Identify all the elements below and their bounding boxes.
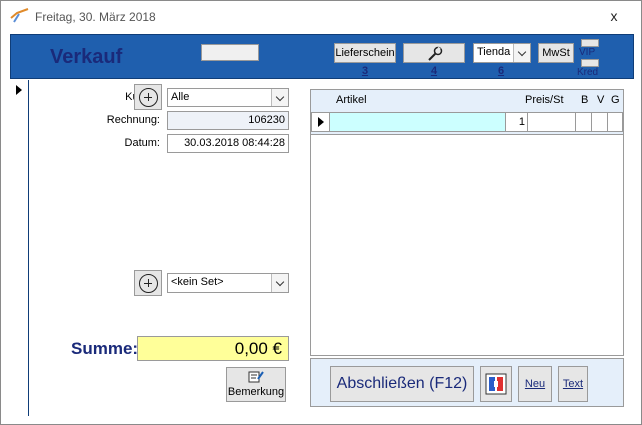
- summe-label: Summe:: [71, 339, 139, 358]
- wrench-icon: [428, 46, 443, 61]
- customer-select[interactable]: Alle: [167, 88, 289, 107]
- sale-form: Kunde: Alle Rechnung: 106230 Datum: 30.0…: [30, 80, 300, 416]
- record-arrow-icon: [16, 85, 22, 95]
- artikel-cell[interactable]: [329, 112, 506, 132]
- grid-header: Artikel Preis/St B V G: [311, 90, 623, 110]
- store-select[interactable]: Tienda: [473, 43, 531, 63]
- set-select[interactable]: <kein Set>: [167, 273, 289, 293]
- qty-cell[interactable]: 1: [505, 112, 528, 132]
- preis-cell[interactable]: [527, 112, 576, 132]
- lieferschein-button[interactable]: Lieferschein: [334, 43, 396, 63]
- g-cell[interactable]: [607, 112, 623, 132]
- row-selector-icon[interactable]: [311, 112, 330, 132]
- b-cell[interactable]: [575, 112, 592, 132]
- tools-button[interactable]: [403, 43, 465, 63]
- customer-select-value: Alle: [171, 91, 190, 103]
- window-title: Freitag, 30. März 2018: [35, 10, 156, 24]
- grid-empty-area: [311, 134, 623, 355]
- mwst-label: MwSt: [542, 47, 570, 59]
- record-selector[interactable]: [10, 80, 29, 416]
- title-bar: Freitag, 30. März 2018 x: [1, 1, 641, 31]
- app-logo-icon: [10, 8, 29, 23]
- lieferschein-label: Lieferschein: [335, 47, 395, 59]
- plus-icon: [139, 274, 158, 293]
- vip-label: VIP: [579, 47, 596, 58]
- card-terminal-icon: [485, 373, 507, 395]
- rechnung-label: Rechnung:: [106, 114, 160, 126]
- bemerkung-button[interactable]: Bemerkung: [226, 367, 286, 402]
- neu-label: Neu: [524, 378, 546, 390]
- header-info-field[interactable]: [201, 44, 259, 61]
- vip-toggle[interactable]: [581, 39, 599, 47]
- abschliessen-button[interactable]: Abschließen (F12): [330, 366, 474, 402]
- col-v: V: [597, 94, 605, 106]
- sales-window: Freitag, 30. März 2018 x Verkauf Liefers…: [0, 0, 642, 425]
- lieferschein-shortcut: 3: [361, 65, 369, 77]
- col-b: B: [581, 94, 589, 106]
- kred-label: Kred: [577, 67, 599, 78]
- text-label: Text: [562, 378, 584, 390]
- rechnung-field[interactable]: 106230: [167, 111, 289, 130]
- header-bar: Verkauf Lieferschein 3 4 Tienda 6 MwSt V…: [10, 34, 634, 79]
- mwst-button[interactable]: MwSt: [538, 43, 574, 63]
- plus-icon: [139, 88, 158, 107]
- action-panel: Abschließen (F12) Neu Text: [310, 358, 624, 407]
- chevron-down-icon[interactable]: [271, 89, 288, 106]
- card-payment-button[interactable]: [480, 366, 512, 402]
- v-cell[interactable]: [591, 112, 608, 132]
- add-customer-button[interactable]: [134, 84, 162, 110]
- set-select-value: <kein Set>: [171, 276, 224, 288]
- text-button[interactable]: Text: [558, 366, 588, 402]
- store-select-value: Tienda: [477, 46, 511, 58]
- page-title: Verkauf: [50, 46, 123, 68]
- chevron-down-icon[interactable]: [513, 44, 530, 62]
- add-set-button[interactable]: [134, 270, 162, 296]
- col-preis: Preis/St: [525, 94, 564, 106]
- note-edit-icon: [248, 371, 264, 383]
- store-shortcut: 6: [497, 65, 505, 77]
- tools-shortcut: 4: [430, 65, 438, 77]
- col-artikel: Artikel: [336, 94, 367, 106]
- close-button[interactable]: x: [599, 5, 629, 27]
- table-row[interactable]: 1: [311, 112, 623, 132]
- datum-label: Datum:: [124, 137, 160, 149]
- chevron-down-icon[interactable]: [271, 274, 288, 292]
- datum-field[interactable]: 30.03.2018 08:44:28: [167, 134, 289, 153]
- abschliessen-label: Abschließen (F12): [336, 375, 468, 392]
- summe-field: 0,00 €: [137, 336, 289, 361]
- neu-button[interactable]: Neu: [518, 366, 552, 402]
- col-g: G: [611, 94, 620, 106]
- items-grid: Artikel Preis/St B V G 1: [310, 89, 624, 356]
- kred-toggle[interactable]: [581, 59, 599, 67]
- bemerkung-label: Bemerkung: [227, 386, 285, 398]
